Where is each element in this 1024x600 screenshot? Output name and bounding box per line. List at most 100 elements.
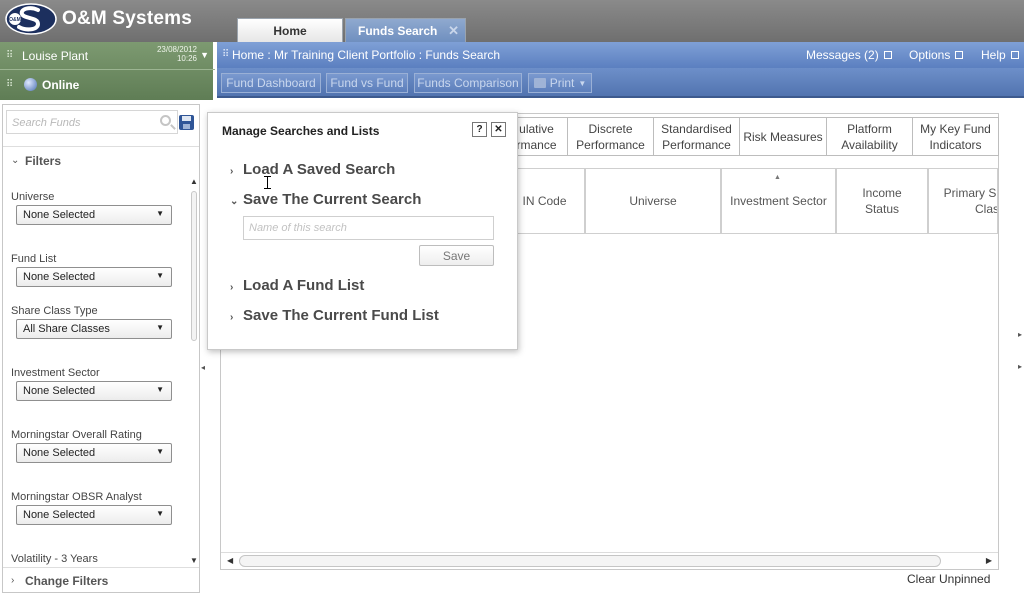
session-time: 10:26 [176,54,197,63]
column-universe[interactable]: Universe [585,168,721,234]
filter-label-morningstar-rating: Morningstar Overall Rating [11,429,142,441]
fund-dashboard-label: Fund Dashboard [226,76,316,90]
sort-ascending-icon: ▲ [774,174,781,181]
save-fund-list-label: Save The Current Fund List [243,307,439,324]
tab-label: Platform Availability [841,121,898,152]
universe-select[interactable]: None Selected ▼ [16,205,172,225]
tab-platform-availability[interactable]: Platform Availability [826,117,913,156]
load-saved-search-toggle[interactable]: › Load A Saved Search [230,161,395,178]
save-current-search-toggle[interactable]: ⌄ Save The Current Search [230,191,421,208]
fund-list-select[interactable]: None Selected ▼ [16,267,172,287]
search-name-input[interactable]: Name of this search [243,216,494,240]
popup-title: Manage Searches and Lists [222,124,380,138]
scroll-thumb[interactable] [191,191,197,341]
column-label: Primary SClass [943,186,997,216]
obsr-analyst-value: None Selected [23,509,96,521]
scroll-left-icon[interactable]: ◀ [227,556,233,565]
save-current-search-label: Save The Current Search [243,191,422,208]
options-link[interactable]: Options [909,48,964,62]
funds-comparison-button[interactable]: Funds Comparison [414,73,522,93]
column-income-status[interactable]: Income Status [836,168,928,234]
tab-label: Standardised Performance [661,121,732,152]
tab-discrete-performance[interactable]: Discrete Performance [567,117,654,156]
filter-label-share-class-type: Share Class Type [11,305,98,317]
tab-funds-search-label: Funds Search [358,23,438,38]
fund-dashboard-button[interactable]: Fund Dashboard [221,73,321,93]
close-tab-icon[interactable]: ✕ [448,23,459,39]
column-primary-share-class[interactable]: Primary SClass [928,168,998,234]
messages-link[interactable]: Messages (2) [806,48,892,62]
save-search-label: Save [442,248,471,263]
tab-risk-measures[interactable]: Risk Measures [739,117,827,156]
save-disk-icon[interactable] [179,115,194,130]
share-class-type-select[interactable]: All Share Classes ▼ [16,319,172,339]
scroll-down-icon[interactable]: ▼ [190,556,198,565]
search-funds-placeholder: Search Funds [12,117,81,129]
tab-funds-search[interactable]: Funds Search ✕ [345,18,466,42]
filters-header[interactable]: ⌄ Filters [3,146,199,174]
tab-label: Risk Measures [743,129,823,144]
filter-label-obsr-analyst: Morningstar OBSR Analyst [11,491,142,503]
session-date: 23/08/2012 [156,45,197,54]
search-icon[interactable] [160,115,171,126]
tab-standardised-performance[interactable]: Standardised Performance [653,117,740,156]
grip-icon: ⠿ [222,49,230,60]
horizontal-scrollbar[interactable]: ◀ ▶ [221,552,998,568]
breadcrumb: Home : Mr Training Client Portfolio : Fu… [232,48,501,62]
messages-square-icon [883,51,892,59]
scroll-up-icon[interactable]: ▲ [190,177,198,186]
load-fund-list-label: Load A Fund List [243,277,365,294]
messages-label: Messages (2) [806,48,879,62]
investment-sector-value: None Selected [23,385,96,397]
status-row[interactable]: ⠿ Online [0,71,215,99]
printer-icon [533,78,546,88]
tab-label: Discrete Performance [576,121,645,152]
column-label: Universe [629,194,677,208]
help-icon[interactable]: ? [472,122,487,137]
search-name-placeholder: Name of this search [249,222,347,234]
funds-comparison-label: Funds Comparison [417,76,519,90]
expand-right-arrow-icon[interactable]: ▸ [1018,330,1022,339]
user-name: Louise Plant [22,49,89,63]
save-search-button[interactable]: Save [419,245,494,266]
clear-unpinned-link[interactable]: Clear Unpinned [907,572,990,586]
toolbar: Fund Dashboard Fund vs Fund Funds Compar… [217,68,1024,98]
search-funds-input[interactable]: Search Funds [6,110,178,134]
help-link[interactable]: Help [981,48,1019,62]
chevron-right-icon: › [230,312,234,323]
user-panel: ⠿ Louise Plant 23/08/2012 10:26 ▼ ⠿ Onlin… [0,42,215,100]
chevron-right-icon: › [230,166,234,177]
text-cursor-icon [264,176,272,189]
user-row[interactable]: ⠿ Louise Plant 23/08/2012 10:26 ▼ [0,42,215,70]
dropdown-arrow-icon: ▼ [156,323,164,332]
options-square-icon [955,51,964,59]
tab-key-fund-indicators[interactable]: My Key Fund Indicators [912,117,999,156]
scroll-right-icon[interactable]: ▶ [986,556,992,565]
obsr-analyst-select[interactable]: None Selected ▼ [16,505,172,525]
help-square-icon [1010,51,1019,59]
filters-scrollbar[interactable]: ▲ ▼ [189,177,199,565]
expand-right-arrow-icon[interactable]: ▸ [1018,362,1022,371]
collapse-left-arrow-icon[interactable]: ◂ [201,363,205,372]
investment-sector-select[interactable]: None Selected ▼ [16,381,172,401]
morningstar-rating-select[interactable]: None Selected ▼ [16,443,172,463]
change-filters-header[interactable]: › Change Filters [3,567,199,593]
filter-label-universe: Universe [11,191,55,203]
horizontal-scroll-thumb[interactable] [239,555,941,567]
tab-home[interactable]: Home [237,18,343,42]
tab-label: My Key Fund Indicators [920,121,991,152]
globe-icon [24,78,37,91]
fund-vs-fund-button[interactable]: Fund vs Fund [326,73,408,93]
filter-label-fund-list: Fund List [11,253,57,265]
change-filters-title: Change Filters [25,574,109,588]
dropdown-arrow-icon: ▼ [156,509,164,518]
print-button[interactable]: Print ▼ [528,73,592,93]
chevron-down-icon: ⌄ [11,155,20,166]
close-icon[interactable]: ✕ [491,122,506,137]
grip-icon: ⠿ [6,79,14,90]
column-investment-sector[interactable]: ▲ Investment Sector [721,168,836,234]
print-label: Print [549,76,575,90]
user-menu-arrow-icon[interactable]: ▼ [200,50,209,60]
load-fund-list-toggle[interactable]: › Load A Fund List [230,277,364,294]
save-fund-list-toggle[interactable]: › Save The Current Fund List [230,307,439,324]
